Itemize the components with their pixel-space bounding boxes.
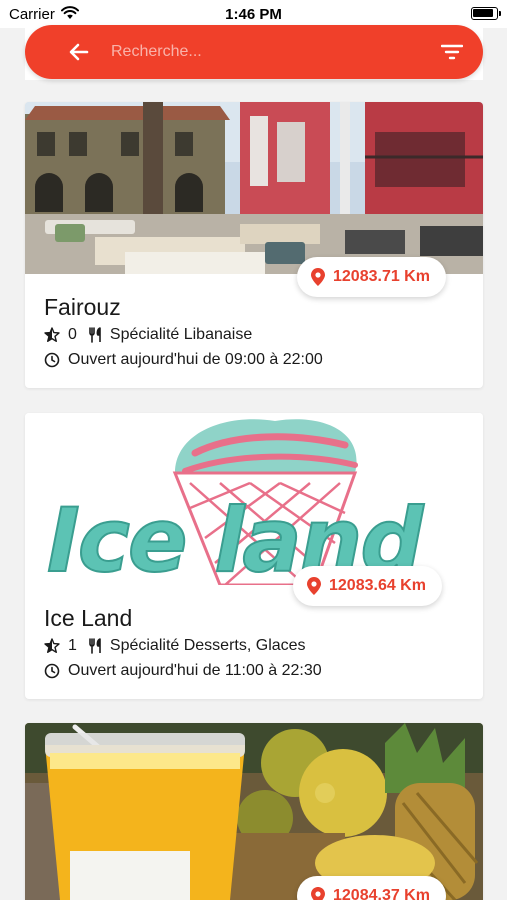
cutlery-icon xyxy=(89,327,101,343)
search-bar xyxy=(25,25,483,79)
opening-hours: Ouvert aujourd'hui de 09:00 à 22:00 xyxy=(68,351,323,368)
clock-icon xyxy=(44,663,60,679)
star-half-icon xyxy=(44,327,60,342)
specialty-text: Spécialité Desserts, Glaces xyxy=(109,637,306,654)
filter-icon[interactable] xyxy=(441,41,463,63)
restaurant-card[interactable]: 12083.71 Km Fairouz 0 Spécialité Libanai… xyxy=(25,102,483,388)
location-pin-icon xyxy=(307,577,321,595)
distance-badge: 12083.64 Km xyxy=(293,566,442,606)
restaurant-card[interactable]: 12084.37 Km xyxy=(25,723,483,900)
restaurant-photo xyxy=(25,723,483,900)
specialty-text: Spécialité Libanaise xyxy=(109,326,253,343)
location-pin-icon xyxy=(311,268,325,286)
opening-hours-row: Ouvert aujourd'hui de 09:00 à 22:00 xyxy=(44,351,323,369)
clock: 1:46 PM xyxy=(225,6,282,23)
rating-value: 1 xyxy=(68,637,77,654)
opening-hours: Ouvert aujourd'hui de 11:00 à 22:30 xyxy=(68,662,322,679)
opening-hours-row: Ouvert aujourd'hui de 11:00 à 22:30 xyxy=(44,662,322,680)
distance-badge: 12083.71 Km xyxy=(297,257,446,297)
rating-specialty-row: 0 Spécialité Libanaise xyxy=(44,326,252,344)
clock-icon xyxy=(44,352,60,368)
distance-badge: 12084.37 Km xyxy=(297,876,446,900)
cutlery-icon xyxy=(89,638,101,654)
restaurant-logo-image: Ice land xyxy=(25,413,483,585)
back-arrow-icon[interactable] xyxy=(67,40,91,64)
rating-specialty-row: 1 Spécialité Desserts, Glaces xyxy=(44,637,306,655)
battery-icon xyxy=(471,7,501,20)
distance-value: 12084.37 Km xyxy=(333,887,430,900)
restaurant-card[interactable]: Ice land 12083.64 Km Ice Land 1 Spéciali… xyxy=(25,413,483,699)
restaurant-name: Ice Land xyxy=(44,605,133,631)
search-input[interactable] xyxy=(111,39,431,65)
restaurant-name: Fairouz xyxy=(44,294,121,320)
distance-value: 12083.71 Km xyxy=(333,268,430,285)
location-pin-icon xyxy=(311,887,325,900)
rating-value: 0 xyxy=(68,326,77,343)
distance-value: 12083.64 Km xyxy=(329,577,426,594)
restaurant-photo xyxy=(25,102,483,274)
star-half-icon xyxy=(44,638,60,653)
status-bar: Carrier 1:46 PM xyxy=(0,0,507,28)
